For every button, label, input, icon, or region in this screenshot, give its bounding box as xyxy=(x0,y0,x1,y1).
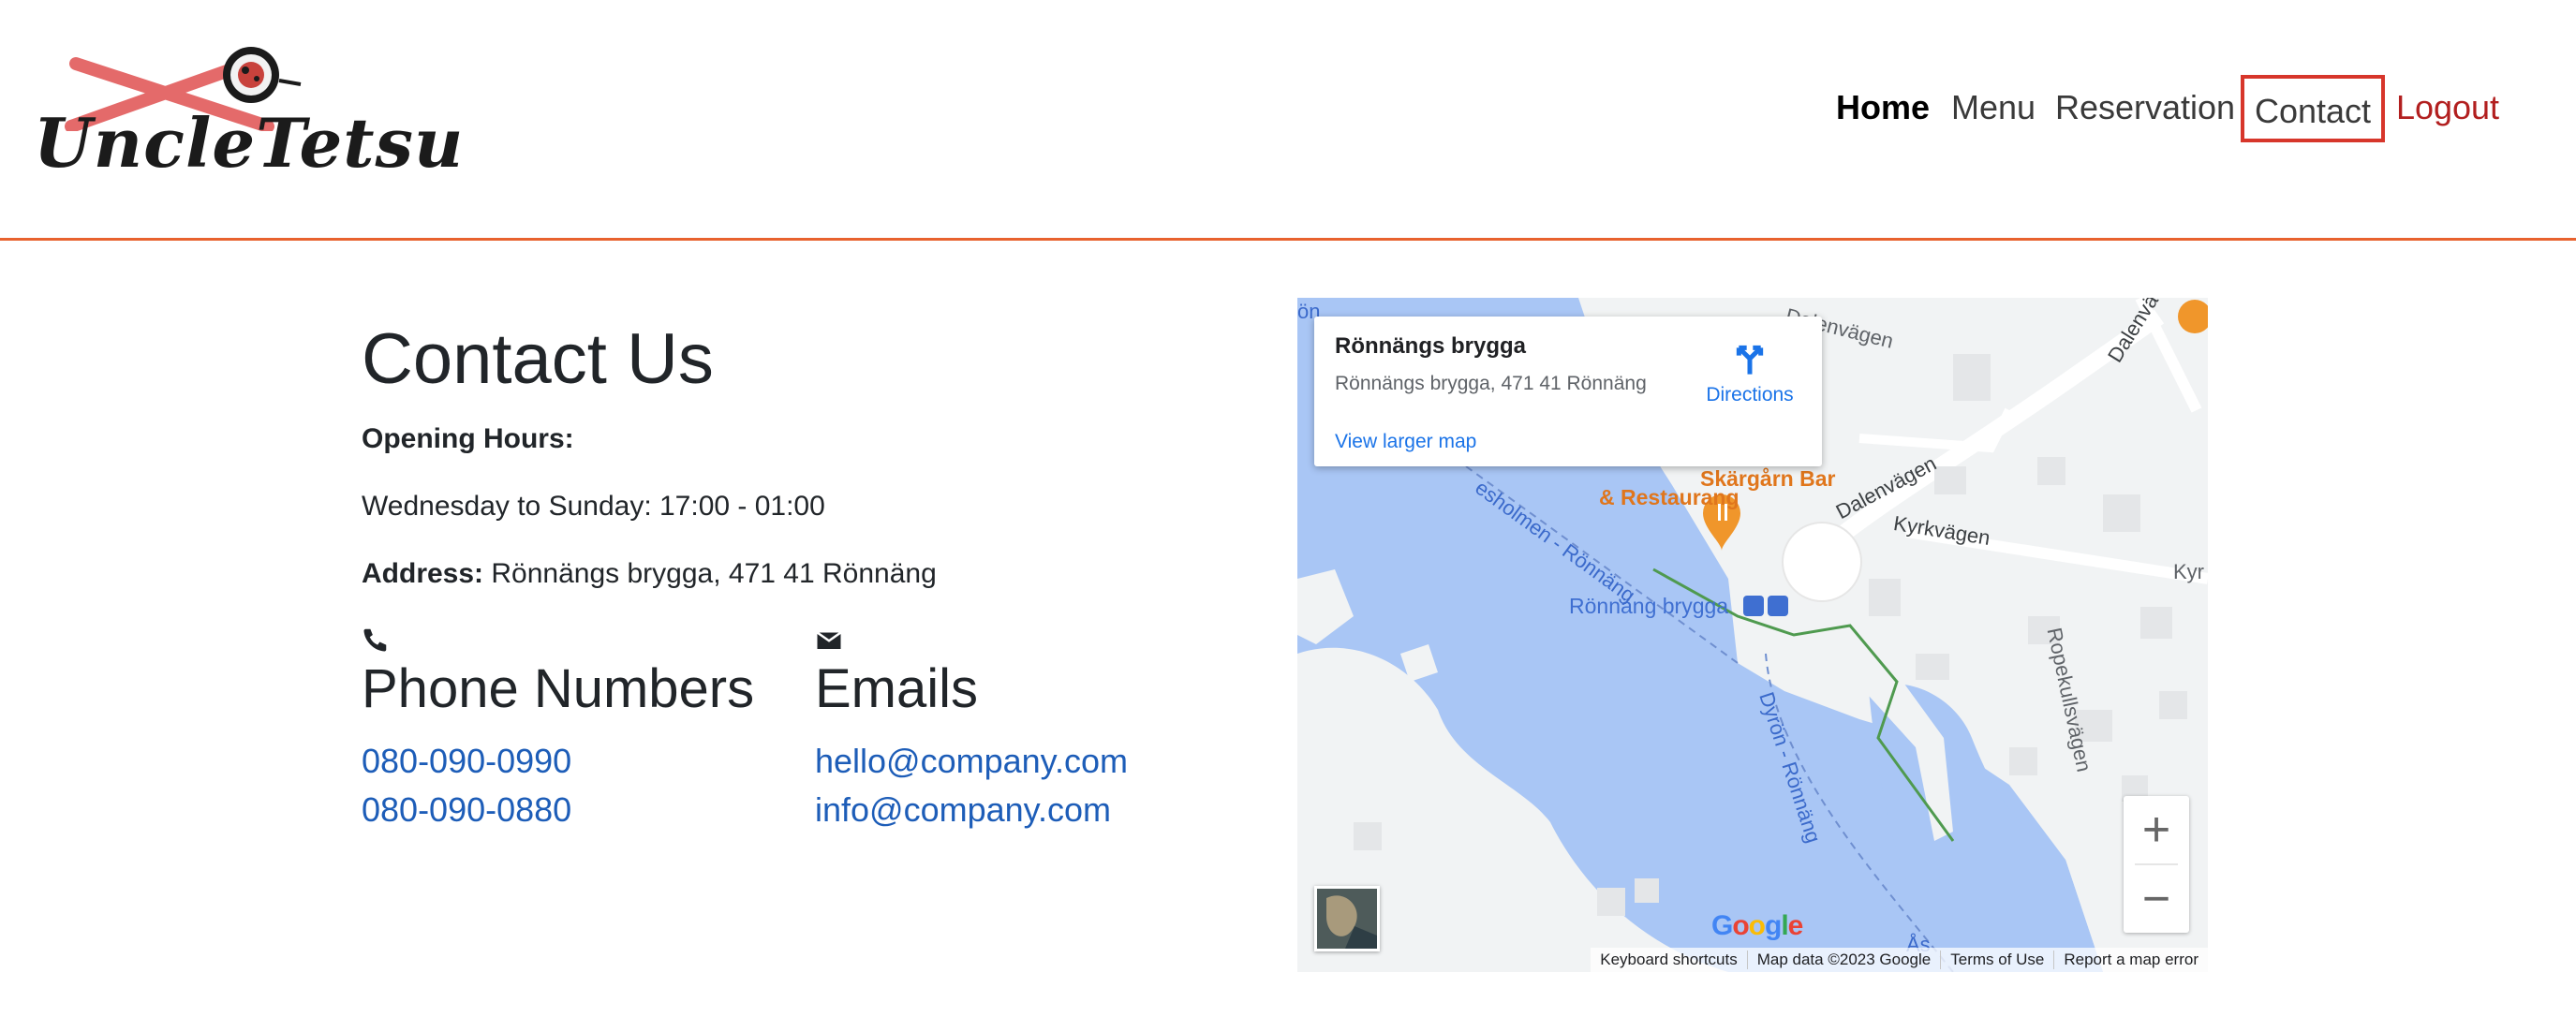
restaurant-marker-icon[interactable] xyxy=(2178,300,2208,333)
map-label-stop: Rönnäng brygga xyxy=(1569,594,1729,618)
place-info-card: Rönnängs brygga Rönnängs brygga, 471 41 … xyxy=(1314,317,1822,466)
phone-link[interactable]: 080-090-0880 xyxy=(362,790,571,830)
roundabout xyxy=(1782,522,1862,602)
address-value: Rönnängs brygga, 471 41 Rönnäng xyxy=(491,558,937,589)
envelope-icon xyxy=(816,631,842,649)
map-label-road: Kyr xyxy=(2173,560,2204,583)
zoom-in-button[interactable]: + xyxy=(2124,796,2189,863)
nav-reservation[interactable]: Reservation xyxy=(2053,75,2237,142)
google-letter: G xyxy=(1711,910,1733,941)
google-map[interactable]: Skärgårn Bar & Restaurang Rönnäng brygga… xyxy=(1297,298,2208,972)
map-label-restaurant: & Restaurang xyxy=(1599,485,1740,509)
directions-label: Directions xyxy=(1706,384,1794,405)
address-label: Address: xyxy=(362,558,484,589)
site-header: UncleTetsu Home Menu Reservation Contact… xyxy=(0,0,2576,241)
place-address: Rönnängs brygga, 471 41 Rönnäng xyxy=(1335,373,1647,394)
opening-hours-label: Opening Hours: xyxy=(362,423,574,454)
email-link[interactable]: hello@company.com xyxy=(815,742,1128,781)
email-column: Emails hello@company.com info@company.co… xyxy=(815,626,1128,829)
google-letter: o xyxy=(1748,910,1766,941)
place-name: Rönnängs brygga xyxy=(1335,333,1527,359)
bus-stop-icon[interactable] xyxy=(1743,596,1764,616)
nav-logout[interactable]: Logout xyxy=(2394,75,2501,142)
report-map-error-link[interactable]: Report a map error xyxy=(2053,951,2208,969)
map-data-text: Map data ©2023 Google xyxy=(1746,951,1941,969)
zoom-out-button[interactable]: − xyxy=(2124,865,2189,933)
google-letter: g xyxy=(1765,910,1782,941)
nav-menu[interactable]: Menu xyxy=(1947,75,2039,142)
directions-icon xyxy=(1736,345,1764,375)
keyboard-shortcuts-link[interactable]: Keyboard shortcuts xyxy=(1591,951,1746,969)
page-title: Contact Us xyxy=(362,319,714,399)
ferry-stop-icon[interactable] xyxy=(1768,596,1788,616)
logo-wordmark: UncleTetsu xyxy=(34,103,465,183)
google-letter: l xyxy=(1781,910,1788,941)
google-logo: Google xyxy=(1711,910,1804,942)
uncle-tetsu-logo[interactable]: UncleTetsu xyxy=(34,37,463,197)
opening-hours-value: Wednesday to Sunday: 17:00 - 01:00 xyxy=(362,491,825,522)
google-letter: o xyxy=(1732,910,1749,941)
nav-home[interactable]: Home xyxy=(1834,75,1932,142)
phone-icon xyxy=(363,628,387,652)
map-footer: Keyboard shortcuts Map data ©2023 Google… xyxy=(1591,948,2208,972)
phone-column: Phone Numbers 080-090-0990 080-090-0880 xyxy=(362,626,754,829)
email-link[interactable]: info@company.com xyxy=(815,790,1111,830)
nav-contact[interactable]: Contact xyxy=(2241,75,2385,142)
view-larger-map-link[interactable]: View larger map xyxy=(1335,431,1476,453)
zoom-control: + − xyxy=(2124,796,2189,933)
satellite-toggle[interactable] xyxy=(1314,886,1380,951)
phone-title: Phone Numbers xyxy=(362,658,755,719)
directions-button[interactable]: Directions xyxy=(1698,335,1801,410)
satellite-thumbnail-icon xyxy=(1317,889,1377,949)
email-title: Emails xyxy=(815,658,979,719)
address-line: Address: Rönnängs brygga, 471 41 Rönnäng xyxy=(362,558,937,590)
phone-link[interactable]: 080-090-0990 xyxy=(362,742,571,781)
google-letter: e xyxy=(1787,910,1804,941)
terms-of-use-link[interactable]: Terms of Use xyxy=(1940,951,2053,969)
